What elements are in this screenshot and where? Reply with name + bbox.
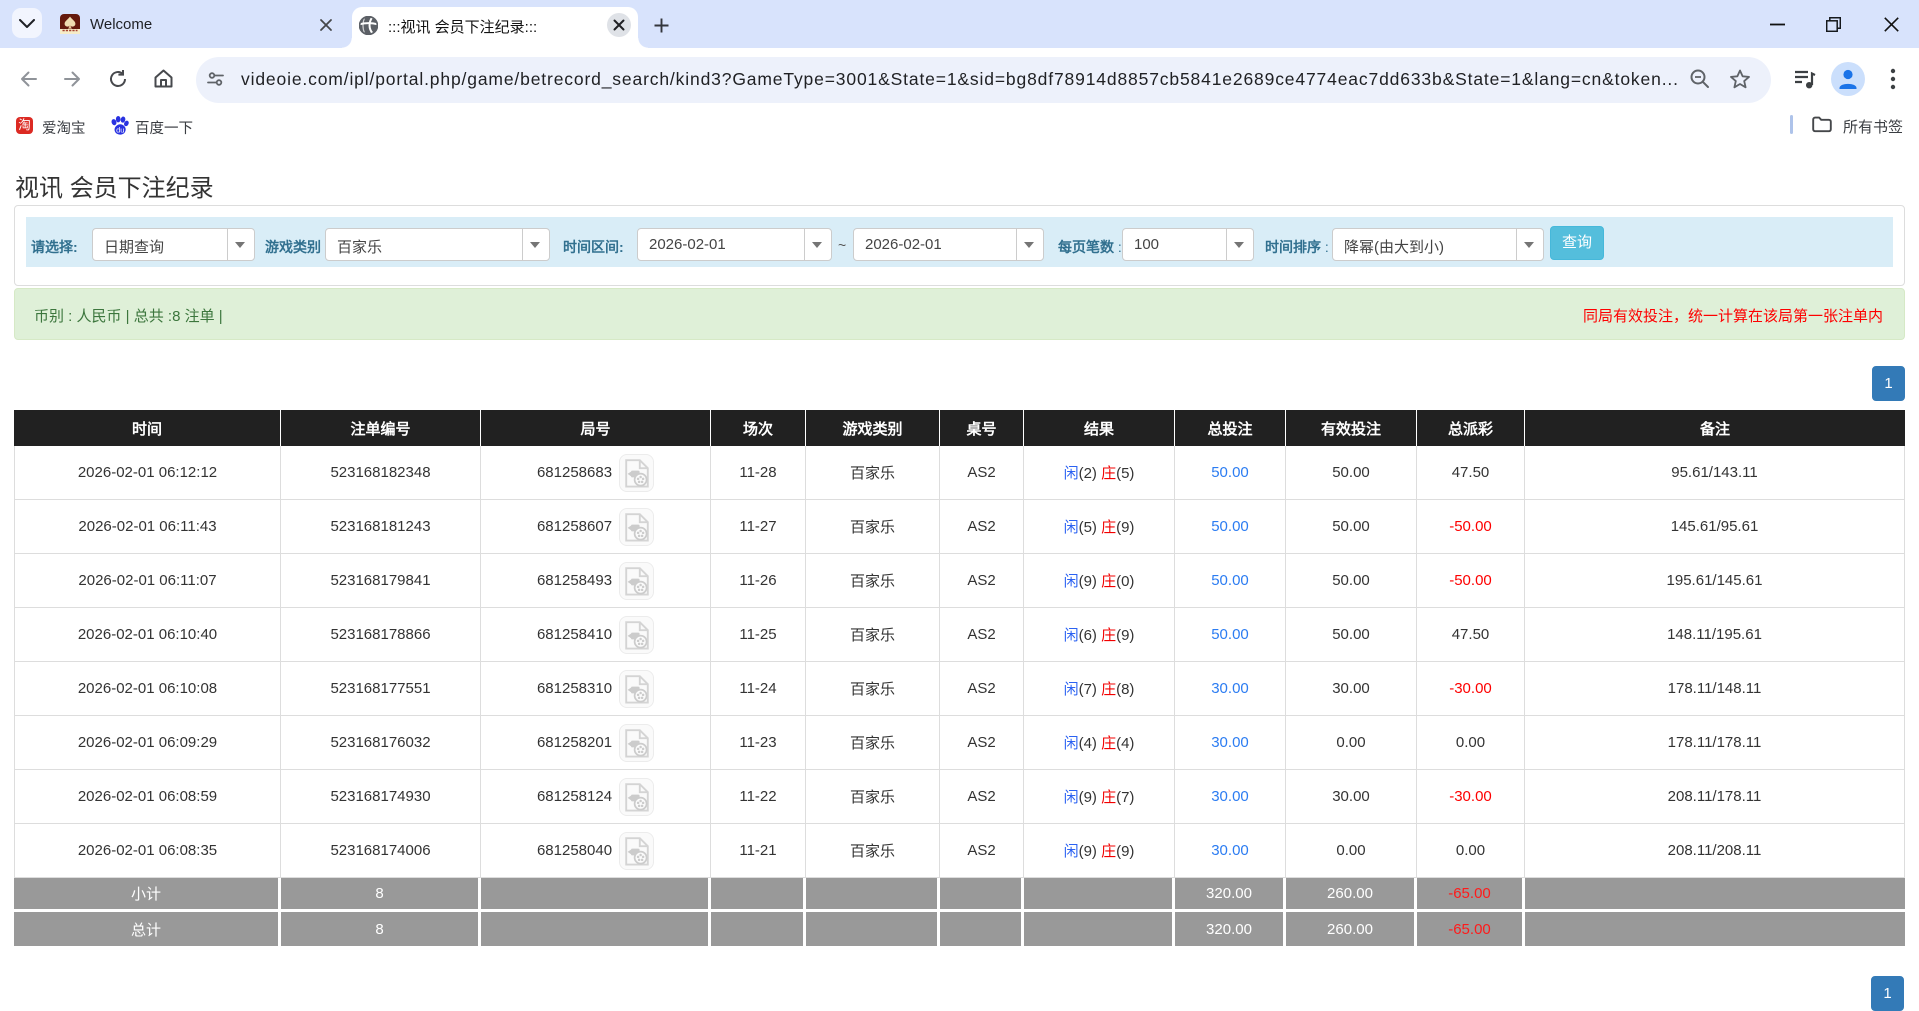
svg-text:du: du [116,125,124,134]
